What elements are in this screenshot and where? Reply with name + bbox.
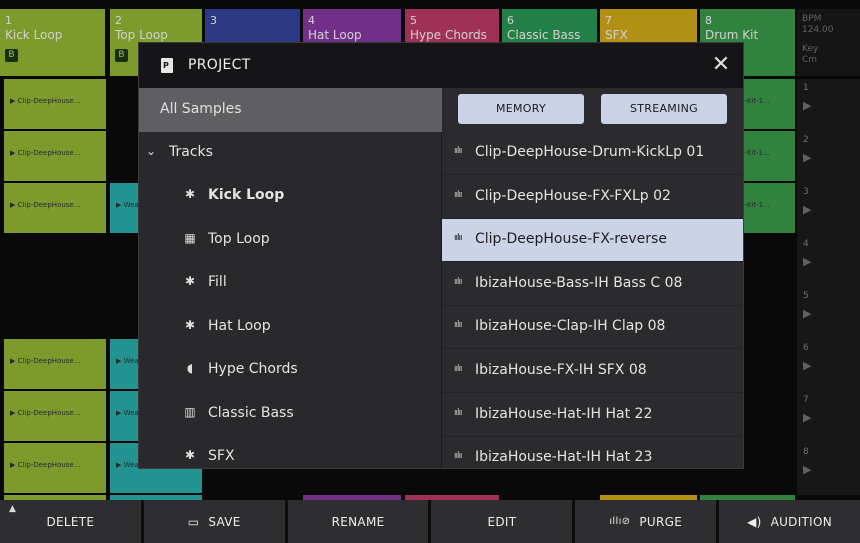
track-folder-label: Hype Chords (208, 361, 298, 377)
sample-file-name: IbizaHouse-Hat-IH Hat 23 (475, 449, 653, 466)
sample-file-item[interactable]: ıılıı IbizaHouse-Bass-IH Bass C 08 (442, 263, 743, 306)
sample-file-item[interactable]: ıılıı IbizaHouse-Hat-IH Hat 22 (442, 394, 743, 437)
waveform-icon: ıılıı (454, 276, 462, 287)
memory-button[interactable]: MEMORY (458, 94, 584, 124)
sample-file-name: Clip-DeepHouse-Drum-KickLp 01 (475, 144, 705, 160)
folder-tree-pane: All Samples ⌄ Tracks ✱ Kick Loop ▦ Top Loop… (139, 88, 442, 468)
edit-button[interactable]: EDIT (428, 500, 573, 543)
delete-button[interactable]: DELETE (0, 500, 141, 543)
track-folder-label: Classic Bass (208, 404, 294, 421)
project-browser-dialog: P PROJECT ✕ All Samples ⌄ Tracks ✱ Kick L… (138, 42, 744, 469)
waveform-icon: ıılıı (454, 407, 462, 418)
track-folder-label: Kick Loop (208, 187, 285, 203)
track-folder-item[interactable]: ▥ Classic Bass (139, 393, 442, 436)
track-folder-item[interactable]: ✱ Fill (139, 262, 442, 305)
all-samples-item[interactable]: All Samples (139, 88, 442, 132)
pads-icon: ▦ (184, 230, 196, 245)
sample-file-name: IbizaHouse-Bass-IH Bass C 08 (475, 274, 683, 291)
audition-button[interactable]: ◀) AUDITION (716, 500, 860, 543)
audition-label: AUDITION (770, 514, 833, 529)
save-icon: ▭ (187, 514, 200, 529)
speaker-icon: ◀) (747, 514, 762, 529)
sample-list-pane: MEMORY STREAMING ıılıı Clip-DeepHouse-Dru… (442, 88, 743, 468)
delete-label: DELETE (46, 514, 95, 529)
bottom-toolbar: DELETE ▭ SAVE RENAME EDIT ıllı⊘ PURGE ◀) AU… (0, 500, 860, 543)
track-folder-label: Hat Loop (208, 317, 271, 334)
drum-icon: ✱ (184, 317, 196, 332)
rename-label: RENAME (331, 514, 385, 529)
track-folder-label: Top Loop (208, 230, 270, 247)
waveform-icon: ıılıı (454, 451, 462, 462)
purge-button[interactable]: ıllı⊘ PURGE (572, 500, 717, 543)
sample-file-item[interactable]: ıılıı Clip-DeepHouse-FX-FXLp 02 (442, 176, 743, 219)
tracks-folder[interactable]: ⌄ Tracks (139, 132, 442, 175)
drum-icon: ✱ (184, 274, 196, 288)
waveform-icon: ıılıı (454, 364, 462, 374)
chevron-down-icon[interactable]: ⌄ (146, 144, 156, 158)
track-folder-label: SFX (208, 448, 235, 464)
all-samples-label: All Samples (160, 101, 242, 117)
sample-file-item[interactable]: ıılıı IbizaHouse-FX-IH SFX 08 (442, 350, 743, 393)
waveform-icon: ıılıı (454, 320, 462, 331)
dialog-title: PROJECT (188, 57, 251, 73)
waveform-icon: ıılıı (454, 189, 462, 200)
streaming-button[interactable]: STREAMING (601, 94, 727, 124)
sample-file-name: IbizaHouse-Hat-IH Hat 22 (475, 405, 653, 422)
sample-file-item[interactable]: ıılıı Clip-DeepHouse-FX-reverse (442, 219, 743, 263)
drum-icon: ✱ (184, 448, 196, 462)
track-folder-item[interactable]: ◖ Hype Chords (139, 349, 442, 392)
sample-file-name: IbizaHouse-Clap-IH Clap 08 (475, 318, 666, 335)
project-document-icon: P (161, 58, 173, 73)
save-button[interactable]: ▭ SAVE (140, 500, 285, 543)
purge-label: PURGE (639, 514, 683, 529)
sample-file-item[interactable]: ıılıı Clip-DeepHouse-Drum-KickLp 01 (442, 132, 743, 175)
track-folder-item[interactable]: ✱ Hat Loop (139, 306, 442, 349)
sample-file-name: Clip-DeepHouse-FX-reverse (475, 231, 667, 248)
edit-label: EDIT (487, 514, 517, 529)
close-icon[interactable]: ✕ (711, 53, 731, 77)
track-folder-item[interactable]: ▦ Top Loop (139, 219, 442, 262)
track-folder-item[interactable]: ✱ Kick Loop (139, 175, 442, 218)
sample-file-name: IbizaHouse-FX-IH SFX 08 (475, 362, 647, 378)
track-folder-item[interactable]: ✱ SFX (139, 436, 442, 468)
plugin-icon: ◖ (186, 361, 194, 375)
sample-file-item[interactable]: ıılıı IbizaHouse-Clap-IH Clap 08 (442, 306, 743, 350)
keyboard-icon: ▥ (184, 404, 196, 419)
drum-icon: ✱ (184, 187, 196, 201)
sample-file-name: Clip-DeepHouse-FX-FXLp 02 (475, 187, 671, 204)
purge-icon: ıllı⊘ (609, 516, 631, 527)
track-folder-label: Fill (208, 274, 227, 290)
tracks-folder-label: Tracks (169, 144, 213, 160)
save-label: SAVE (208, 514, 241, 529)
dialog-header: P PROJECT ✕ (139, 43, 743, 88)
sample-file-item[interactable]: ıılıı IbizaHouse-Hat-IH Hat 23 (442, 437, 743, 468)
waveform-icon: ıılıı (454, 233, 462, 244)
shift-arrow-icon: ▲ (9, 504, 16, 514)
rename-button[interactable]: RENAME (284, 500, 429, 543)
waveform-icon: ıılıı (454, 146, 462, 156)
